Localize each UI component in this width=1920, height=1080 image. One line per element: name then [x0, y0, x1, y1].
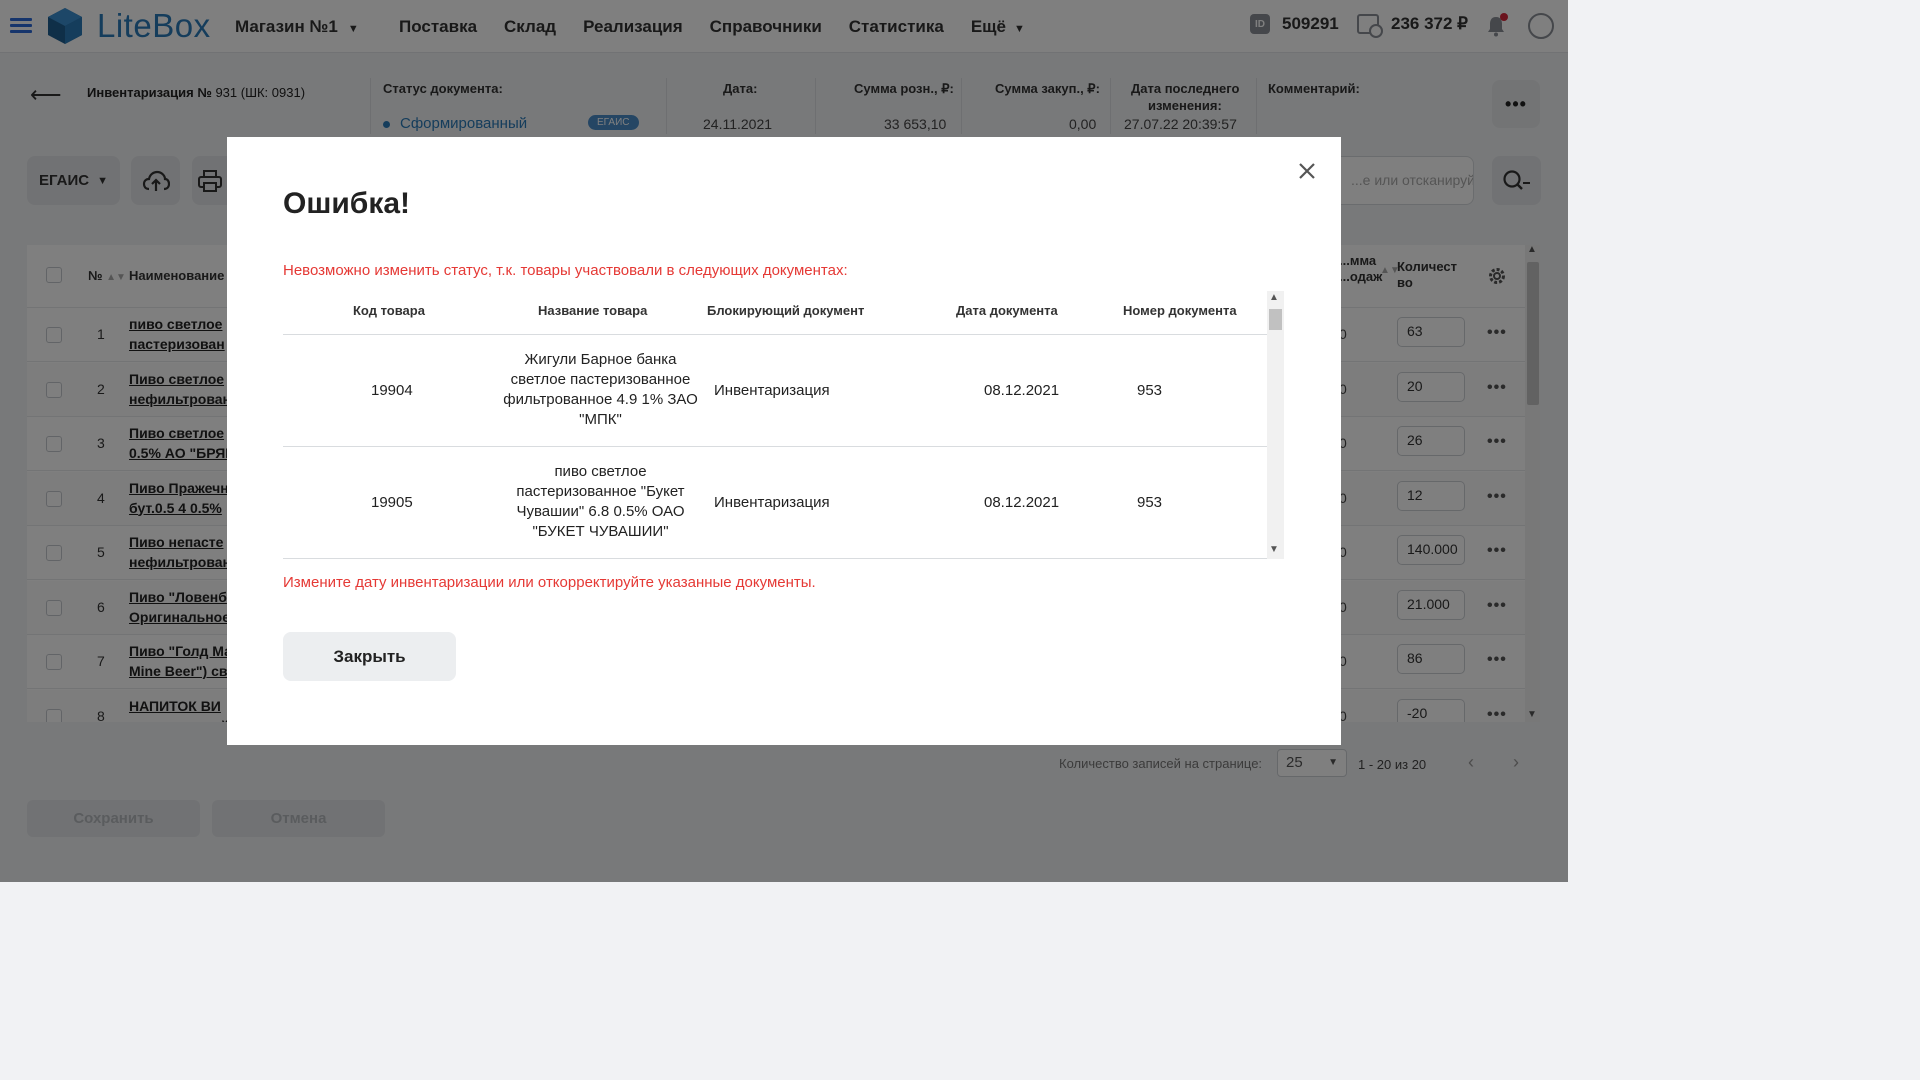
product-name-line: "БУКЕТ ЧУВАШИИ": [532, 523, 669, 540]
table-row: 19905 пиво светлое пастеризованное "Буке…: [283, 447, 1269, 559]
product-name-line: фильтрованное 4.9 1% ЗАО: [503, 391, 698, 408]
dialog-scrollbar-thumb[interactable]: [1269, 309, 1282, 330]
col-code-header: Код товара: [353, 303, 425, 318]
product-name: пиво светлое пастеризованное "Букет Чува…: [493, 462, 708, 542]
error-dialog: Ошибка! Невозможно изменить статус, т.к.…: [227, 137, 1341, 745]
close-icon[interactable]: [1295, 159, 1319, 183]
document-date: 08.12.2021: [984, 494, 1060, 511]
document-number: 953: [1137, 494, 1163, 511]
scroll-down-icon[interactable]: ▼: [1269, 544, 1279, 555]
dialog-title: Ошибка!: [283, 187, 411, 220]
close-button[interactable]: Закрыть: [283, 632, 456, 681]
product-name-line: светлое пастеризованное: [510, 371, 691, 388]
blocking-document: Инвентаризация: [714, 494, 830, 511]
col-doc-number-header: Номер документа: [1123, 303, 1237, 318]
error-message: Невозможно изменить статус, т.к. товары …: [283, 262, 848, 279]
blocking-documents-table: Код товара Название товара Блокирующий д…: [283, 291, 1269, 559]
table-row: 19904 Жигули Барное банка светлое пастер…: [283, 335, 1269, 447]
product-name-line: "МПК": [579, 411, 622, 428]
product-name: Жигули Барное банка светлое пастеризован…: [493, 350, 708, 430]
product-name-line: Чувашии" 6.8 0.5% ОАО: [516, 503, 685, 520]
col-product-name-header: Название товара: [538, 303, 648, 318]
error-hint: Измените дату инвентаризации или откорре…: [283, 574, 816, 591]
dialog-scrollbar[interactable]: [1267, 291, 1284, 559]
product-code: 19905: [371, 494, 413, 511]
product-code: 19904: [371, 382, 413, 399]
document-date: 08.12.2021: [984, 382, 1060, 399]
col-doc-date-header: Дата документа: [956, 303, 1058, 318]
blocking-document: Инвентаризация: [714, 382, 830, 399]
col-blocking-doc-header: Блокирующий документ: [707, 303, 865, 318]
product-name-line: пиво светлое: [554, 463, 647, 480]
document-number: 953: [1137, 382, 1163, 399]
scroll-up-icon[interactable]: ▲: [1269, 292, 1279, 303]
product-name-line: Жигули Барное банка: [524, 351, 677, 368]
product-name-line: пастеризованное "Букет: [516, 483, 685, 500]
